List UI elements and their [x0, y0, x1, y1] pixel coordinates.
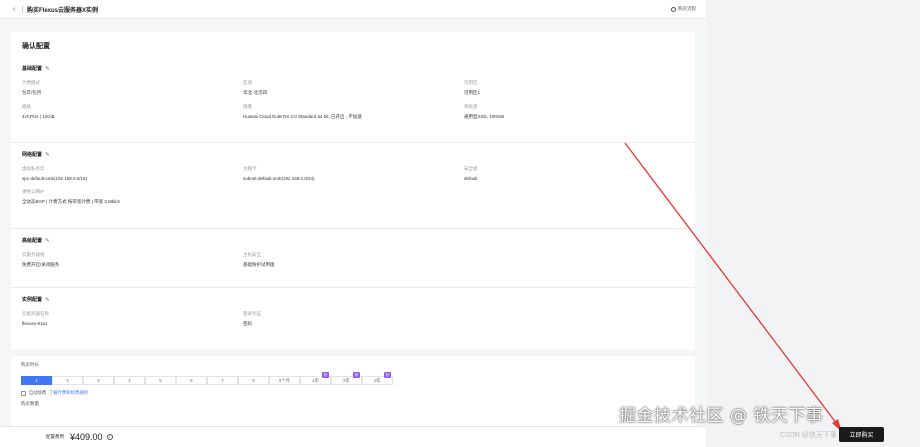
duration-selector: 1 2 3 4 5 6 7 8 9个月 1年折 2年折 3年折 — [21, 372, 685, 385]
divider — [11, 142, 695, 143]
field-value: 全动态BGP | 计费方式 按带宽计费 | 带宽 3 Mbit/s — [22, 199, 121, 204]
field-value: 4vCPUs | 12GiB — [22, 114, 55, 119]
price: ¥409.00 — [70, 432, 103, 442]
help-icon — [671, 6, 676, 12]
field-server-name: 云服务器名称 flexusx-91a1 — [22, 311, 243, 327]
field-label: 虚拟私有云 — [22, 166, 45, 171]
field-label: 云服务器名称 — [22, 311, 49, 316]
field-label: 区域 — [243, 80, 252, 85]
field-billing: 计费模式包年/包月 — [22, 80, 243, 96]
duration-label: 购买时长 — [21, 362, 39, 367]
section-advanced: 高级配置 ✎ 云服务器组免费开启/关闭服务 主机安全基础防护试用版 — [22, 237, 684, 268]
buy-now-button[interactable]: 立即购买 — [839, 427, 884, 442]
page-title: 购买Flexus云服务器X实例 — [27, 7, 99, 14]
duration-option[interactable]: 2年折 — [331, 372, 362, 385]
quantity-label: 购买数量 — [21, 401, 39, 406]
divider — [22, 5, 23, 13]
watermark-sub: CSDN @铁天下事 — [780, 432, 837, 439]
field-label: 云服务器组 — [22, 252, 45, 257]
purchase-card: 购买时长 1 2 3 4 5 6 7 8 9个月 1年折 2年折 3年折 自动续… — [11, 356, 695, 426]
field-value: 通用型SSD, 100GiB — [464, 114, 505, 119]
field-value: 密码 — [243, 321, 252, 326]
section-heading: 网络配置 — [22, 152, 43, 158]
auto-renew-row: 自动续费 了解计费和续费规则 — [21, 390, 685, 396]
field-host-security: 主机安全基础防护试用版 — [243, 252, 464, 268]
field-label: 镜像 — [243, 104, 252, 109]
field-value: 包年/包月 — [22, 90, 42, 95]
duration-option[interactable]: 2 — [52, 376, 83, 385]
duration-option[interactable]: 1年折 — [300, 372, 331, 385]
field-label: 可用区 — [464, 80, 478, 85]
field-value: 可用区1 — [464, 90, 481, 95]
field-value: 基础防护试用版 — [243, 262, 275, 267]
field-value: 华北-北京四 — [243, 90, 267, 95]
duration-option[interactable]: 7 — [207, 376, 238, 385]
field-value: vpc-default-smb(192.168.0.0/16) — [22, 176, 88, 181]
field-value: flexusx-91a1 — [22, 321, 48, 326]
field-nic: 主网卡 subnet-default-smb(192.168.0.0/24) — [243, 166, 464, 181]
field-label: 主网卡 — [243, 166, 257, 171]
field-image: 镜像 Huawei Cloud EulerOS 2.0 Standard 64 b… — [243, 104, 464, 120]
duration-option[interactable]: 4 — [114, 376, 145, 385]
divider — [11, 287, 695, 288]
duration-option[interactable]: 3 — [83, 376, 114, 385]
section-heading: 高级配置 — [22, 238, 43, 244]
field-label: 登录凭证 — [243, 311, 261, 316]
discount-badge: 折 — [353, 372, 360, 378]
field-security-group: 安全组 default — [464, 166, 664, 181]
auto-renew-label: 自动续费 — [29, 390, 47, 395]
help-label: 购买流程 — [678, 6, 696, 11]
field-region: 区域华北-北京四 — [243, 80, 464, 96]
section-heading: 实例配置 — [22, 297, 43, 303]
page: ‹ 购买Flexus云服务器X实例 购买流程 确认配置 基础配置 ✎ 计费模式包… — [0, 0, 706, 447]
duration-option[interactable]: 9个月 — [269, 376, 300, 385]
field-label: 规格 — [22, 104, 31, 109]
edit-icon[interactable]: ✎ — [45, 66, 50, 72]
field-label: 计费模式 — [22, 80, 40, 85]
fee-label: 配置费用 — [46, 434, 64, 439]
config-title: 确认配置 — [22, 43, 50, 50]
field-label: 安全组 — [464, 166, 478, 171]
config-card: 确认配置 基础配置 ✎ 计费模式包年/包月 区域华北-北京四 可用区可用区1 规… — [11, 32, 695, 350]
field-zone: 可用区可用区1 — [464, 80, 664, 96]
field-login: 登录凭证 密码 — [243, 311, 464, 327]
edit-icon[interactable]: ✎ — [45, 152, 50, 158]
auto-renew-checkbox[interactable] — [21, 390, 26, 396]
help-link[interactable]: 购买流程 — [671, 6, 696, 12]
field-disk: 系统盘通用型SSD, 100GiB — [464, 104, 664, 120]
section-network: 网络配置 ✎ 虚拟私有云 vpc-default-smb(192.168.0.0/… — [22, 151, 684, 205]
duration-option[interactable]: 6 — [176, 376, 207, 385]
duration-option[interactable]: 8 — [238, 376, 269, 385]
discount-badge: 折 — [384, 372, 391, 378]
top-bar: ‹ 购买Flexus云服务器X实例 购买流程 — [0, 0, 706, 19]
divider — [11, 228, 695, 229]
edit-icon[interactable]: ✎ — [45, 297, 50, 303]
field-eip: 弹性公网IP 全动态BGP | 计费方式 按带宽计费 | 带宽 3 Mbit/s — [22, 189, 664, 205]
duration-option[interactable]: 5 — [145, 376, 176, 385]
field-vpc: 虚拟私有云 vpc-default-smb(192.168.0.0/16) — [22, 166, 243, 181]
edit-icon[interactable]: ✎ — [45, 238, 50, 244]
section-basic: 基础配置 ✎ 计费模式包年/包月 区域华北-北京四 可用区可用区1 规格 4vCP… — [22, 65, 684, 120]
field-label: 主机安全 — [243, 252, 261, 257]
renew-rules-link[interactable]: 了解计费和续费规则 — [49, 390, 88, 396]
bottom-bar: 配置费用 ¥409.00 ? — [0, 426, 706, 447]
field-label: 系统盘 — [464, 104, 478, 109]
field-value: 免费开启/关闭服务 — [22, 262, 60, 267]
discount-badge: 折 — [322, 372, 329, 378]
back-icon[interactable]: ‹ — [10, 5, 18, 13]
field-value: Huawei Cloud EulerOS 2.0 Standard 64 bit… — [243, 114, 362, 119]
watermark: 掘金技术社区 @ 铁天下事 — [619, 406, 824, 426]
duration-option[interactable]: 3年折 — [362, 372, 393, 385]
field-label: 弹性公网IP — [22, 189, 45, 194]
section-heading: 基础配置 — [22, 66, 43, 72]
field-value: subnet-default-smb(192.168.0.0/24) — [243, 176, 315, 181]
field-spec: 规格 4vCPUs | 12GiB — [22, 104, 243, 120]
duration-option[interactable]: 1 — [21, 376, 52, 385]
field-server-group: 云服务器组免费开启/关闭服务 — [22, 252, 243, 268]
field-value: default — [464, 176, 478, 181]
section-instance: 实例配置 ✎ 云服务器名称 flexusx-91a1 登录凭证密码 — [22, 296, 684, 327]
price-help-icon[interactable]: ? — [106, 434, 113, 440]
